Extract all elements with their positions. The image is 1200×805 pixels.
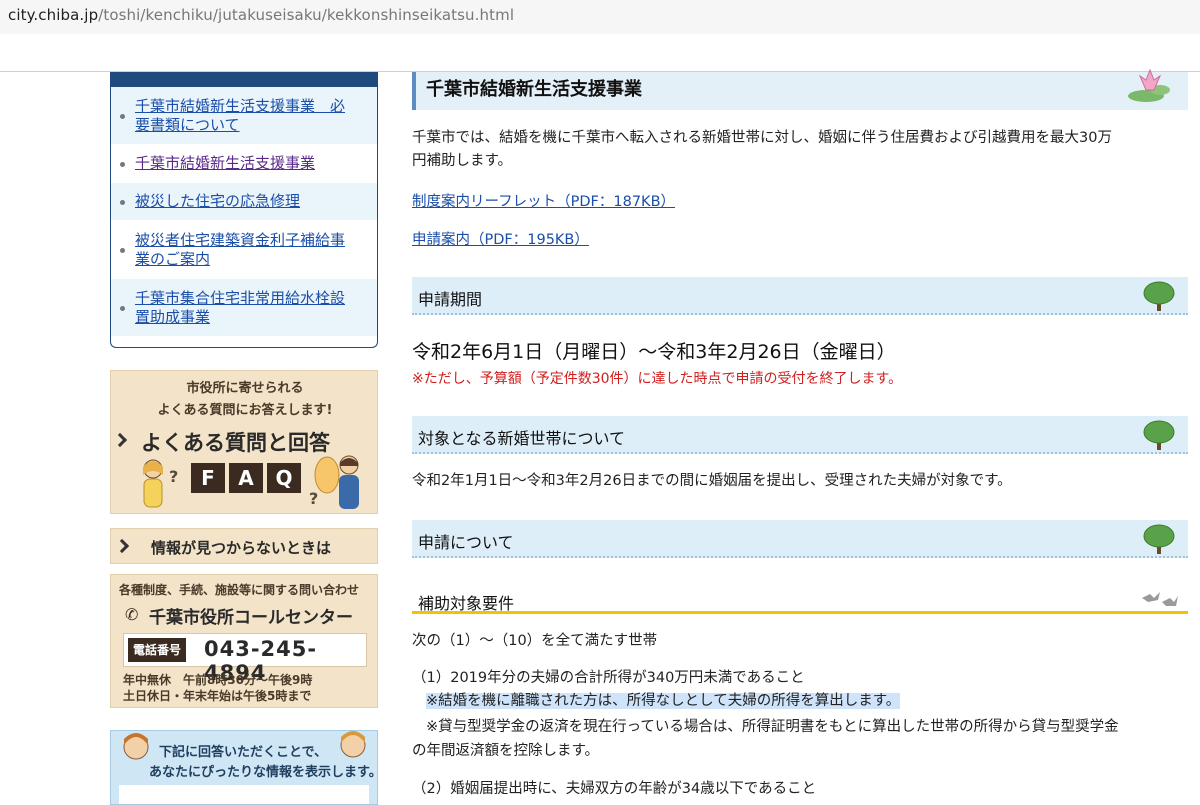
requirement-item-1-note2-line1: ※貸与型奨学金の返済を現在行っている場合は、所得証明書をもとに算出した世帯の所得… [426,719,1119,735]
page-title-bar: 千葉市結婚新生活支援事業 [412,68,1188,110]
sidebar-item-marriage-support[interactable]: 千葉市結婚新生活支援事業 [111,145,377,183]
man-illustration-icon [314,455,359,509]
woman-illustration-icon [143,459,163,508]
sidebar-item-required-documents[interactable]: 千葉市結婚新生活支援事業 必要書類について [111,87,377,145]
sidebar-link[interactable]: 被災者住宅建築資金利子補給事 業のご案内 [135,231,345,268]
tree-icon [1143,281,1175,311]
intro-text-line1: 千葉市では、結婚を機に千葉市へ転入される新婚世帯に対し、婚姻に伴う住居費および引… [412,130,1112,146]
quiz-banner-line1: 下記に回答いただくことで、 [159,745,328,760]
subsection-heading-requirements: 補助対象要件 [412,584,1188,614]
sidebar-link[interactable]: 千葉市集合住宅非常用給水栓設 置助成事業 [135,289,345,326]
birds-icon [1142,592,1178,606]
phone-number-tag: 電話番号 [128,638,187,662]
faq-tiles: FAQ [191,463,305,493]
subsection-heading-text: 補助対象要件 [418,594,515,613]
call-center-intro: 各種制度、手続、施設等に関する問い合わせ [119,583,360,597]
not-found-banner[interactable]: 情報が見つからないときは [110,528,378,564]
section-heading-target: 対象となる新婚世帯について [412,416,1188,454]
chevron-right-icon [114,538,130,554]
link-line: 要書類について [135,116,240,134]
faq-banner-line1: 市役所に寄せられる [186,381,304,396]
highlighted-text: ※結婚を機に離職された方は、所得なしとして夫婦の所得を算出します。 [426,693,901,709]
sidebar-link[interactable]: 被災した住宅の応急修理 [135,192,300,210]
sidebar-item-water-tap-subsidy[interactable]: 千葉市集合住宅非常用給水栓設 置助成事業 [111,279,377,337]
person-illustration-icon [340,731,366,758]
lotus-flower-icon [1128,68,1170,102]
application-period-note: ※ただし、予算額（予定件数30件）に達した時点で申請の受付を終了します。 [412,371,903,387]
phone-icon: ✆ [125,605,139,624]
application-period-dates: 令和2年6月1日（月曜日）～令和3年2月26日（金曜日） [412,341,896,363]
url-path: /toshi/kenchiku/jutakuseisaku/kekkonshin… [98,6,515,24]
faq-banner-title: よくある質問と回答 [141,431,330,455]
section-heading-apply: 申請について [412,520,1188,558]
requirement-item-1-note1: ※結婚を機に離職された方は、所得なしとして夫婦の所得を算出します。 [426,690,901,713]
section-heading-text: 対象となる新婚世帯について [418,429,626,448]
faq-tile-f: F [191,463,225,493]
requirement-item-2: （2）婚姻届提出時に、夫婦双方の年齢が34歳以下であること [412,781,817,797]
target-text: 令和2年1月1日～令和3年2月26日までの間に婚姻届を提出し、受理された夫婦が対… [412,473,1012,489]
sidebar-item-interest-subsidy[interactable]: 被災者住宅建築資金利子補給事 業のご案内 [111,221,377,279]
faq-banner-line2: よくある質問にお答えします! [157,403,333,418]
requirements-lead: 次の（1）～（10）を全て満たす世帯 [412,633,658,649]
tree-icon [1143,524,1175,554]
sidebar-link[interactable]: 千葉市結婚新生活支援事業 必要書類について [135,97,345,134]
faq-tile-a: A [229,463,263,493]
person-illustration-icon [123,733,149,760]
chevron-right-icon [112,432,128,448]
link-line: 千葉市集合住宅非常用給水栓設 [135,289,346,307]
requirement-item-1: （1）2019年分の夫婦の合計所得が340万円未満であること [412,670,805,686]
address-bar[interactable]: city.chiba.jp/toshi/kenchiku/jutakuseisa… [0,0,1200,34]
faq-tile-q: Q [267,463,301,493]
section-heading-period: 申請期間 [412,277,1188,315]
quiz-banner-line2: あなたにぴったりな情報を表示します。 [149,765,378,780]
call-center-name: 千葉市役所コールセンター [149,608,353,628]
phone-number-box: 電話番号 043-245-4894 [123,633,367,685]
sidebar: 千葉市結婚新生活支援事業 必要書類について 千葉市結婚新生活支援事業 被災した住… [0,72,400,805]
faq-banner[interactable]: 市役所に寄せられる よくある質問にお答えします! よくある質問と回答 ? FAQ… [110,370,378,514]
section-heading-text: 申請期間 [418,290,483,309]
sidebar-link[interactable]: 千葉市結婚新生活支援事業 [135,154,315,172]
url-domain: city.chiba.jp [8,6,99,24]
quiz-panel [119,785,369,804]
bullet-icon [120,247,125,253]
requirement-item-1-note2-line2: の年間返済額を控除します。 [412,743,600,759]
sidebar-nav: 千葉市結婚新生活支援事業 必要書類について 千葉市結婚新生活支援事業 被災した住… [110,72,378,348]
link-line: 業のご案内 [135,250,211,268]
call-center-hours: 年中無休 午前8時30分～午後9時 [123,673,313,687]
section-heading-text: 申請について [418,533,514,552]
url-text[interactable]: city.chiba.jp/toshi/kenchiku/jutakuseisa… [8,6,514,24]
link-line: 千葉市結婚新生活支援事業 必 [135,97,346,115]
bullet-icon [120,161,125,167]
quiz-banner[interactable]: 下記に回答いただくことで、 あなたにぴったりな情報を表示します。 [110,730,378,805]
link-line: 置助成事業 [135,308,211,326]
bullet-icon [120,305,125,311]
bullet-icon [120,113,125,119]
link-line: 被災者住宅建築資金利子補給事 [135,231,346,249]
sidebar-nav-header [111,72,377,87]
leaflet-pdf-link[interactable]: 制度案内リーフレット（PDF：187KB） [412,190,675,211]
not-found-label: 情報が見つからないときは [151,539,332,557]
intro-text-line2: 円補助します。 [412,153,513,169]
sidebar-item-emergency-repair[interactable]: 被災した住宅の応急修理 [111,183,377,221]
guide-pdf-link[interactable]: 申請案内（PDF：195KB） [412,228,589,249]
bullet-icon [120,199,125,205]
call-center-banner[interactable]: 各種制度、手続、施設等に関する問い合わせ ✆ 千葉市役所コールセンター 電話番号… [110,574,378,708]
tree-icon [1143,420,1175,450]
header-gap [0,34,1200,72]
question-mark-icon: ? [169,467,179,486]
call-center-hours-holiday: 土日休日・年末年始は午後5時まで [123,689,312,703]
page-title: 千葉市結婚新生活支援事業 [426,79,642,100]
